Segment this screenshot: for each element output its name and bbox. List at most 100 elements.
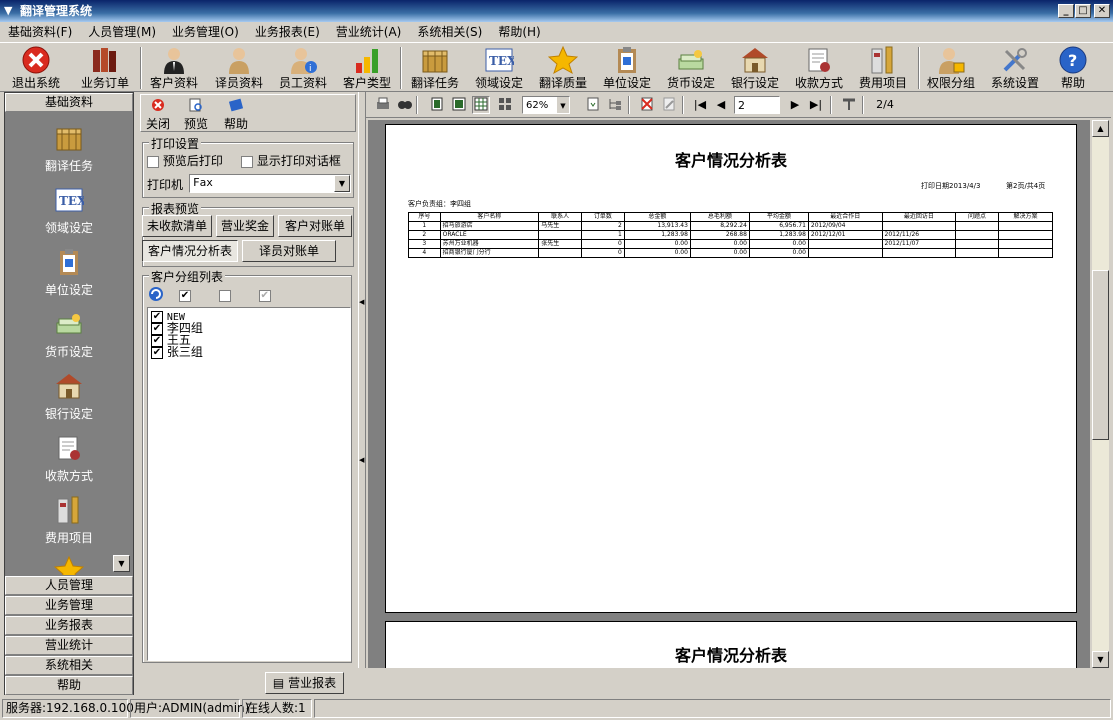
scroll-down-button[interactable]: ▼ xyxy=(113,555,130,572)
first-page-icon[interactable]: |◀ xyxy=(692,96,708,114)
show-print-dialog-option[interactable]: 显示打印对话框 xyxy=(241,152,341,169)
invert-check-icon[interactable]: ✔ xyxy=(258,289,271,302)
scroll-down-button[interactable]: ▼ xyxy=(1092,651,1109,668)
panel-splitter[interactable]: ◀ ◀ xyxy=(358,92,366,668)
nav-item-currency-settings[interactable]: 货币设定 xyxy=(5,309,133,369)
uncheck-all-icon[interactable] xyxy=(218,289,231,302)
close-button[interactable]: 关闭 xyxy=(143,98,173,132)
unpaid-list-button[interactable]: 未收款清单 xyxy=(142,215,212,237)
nav-item-payment-method[interactable]: 收款方式 xyxy=(5,433,133,493)
expense-items-button[interactable]: 费用项目 xyxy=(854,45,912,91)
payment-method-button[interactable]: 收款方式 xyxy=(790,45,848,91)
permission-group-button[interactable]: 权限分组 xyxy=(922,45,980,91)
client-statement-button[interactable]: 客户对账单 xyxy=(278,215,352,237)
export-icon[interactable] xyxy=(584,96,602,114)
print-icon[interactable] xyxy=(374,96,392,114)
table-cell: 苏州万业机器 xyxy=(439,239,540,249)
list-item[interactable]: ✔ 张三组 xyxy=(151,346,203,359)
page-width-icon[interactable] xyxy=(450,96,468,114)
client-analysis-button[interactable]: 客户情况分析表 xyxy=(142,240,238,262)
help-button-small[interactable]: 帮助 xyxy=(221,98,251,132)
translation-task-button[interactable]: 翻译任务 xyxy=(406,45,464,91)
task-tab-business-reports[interactable]: ▤ 营业报表 xyxy=(265,672,344,694)
table-row: 1 招马旅游店 马先生 2 13,913.43 8,292.24 6,956.71 2012/… xyxy=(408,221,1054,231)
menu-personnel[interactable]: 人员管理(M) xyxy=(80,22,164,42)
translation-quality-button[interactable]: 翻译质量 xyxy=(534,45,592,91)
edit-page-icon[interactable] xyxy=(660,96,678,114)
multi-page-icon[interactable] xyxy=(496,96,514,114)
task-box-icon xyxy=(54,123,84,153)
unit-settings-button[interactable]: 单位设定 xyxy=(598,45,656,91)
section-header-business-reports[interactable]: 业务报表 xyxy=(5,616,133,635)
menu-business-reports[interactable]: 业务报表(E) xyxy=(247,22,328,42)
printer-select[interactable]: Fax ▼ xyxy=(189,174,351,193)
preview-after-print-checkbox[interactable] xyxy=(147,155,159,168)
menu-system[interactable]: 系统相关(S) xyxy=(409,22,490,42)
section-header-help[interactable]: 帮助 xyxy=(5,676,133,695)
translator-statement-button[interactable]: 译员对账单 xyxy=(242,240,336,262)
table-cell: 4 xyxy=(408,248,441,258)
prev-page-icon[interactable]: ◀ xyxy=(714,96,728,114)
preview-after-print-option[interactable]: 预览后打印 xyxy=(147,152,223,169)
client-type-button[interactable]: 客户类型 xyxy=(338,45,396,91)
section-header-statistics[interactable]: 营业统计 xyxy=(5,636,133,655)
preview-icon xyxy=(189,98,202,112)
menu-business[interactable]: 业务管理(O) xyxy=(164,22,247,42)
table-cell: 招商银行厦门分行 xyxy=(439,248,540,258)
help-button[interactable]: ? 帮助 xyxy=(1050,45,1096,91)
menu-statistics[interactable]: 营业统计(A) xyxy=(328,22,410,42)
chevron-down-icon[interactable]: ▼ xyxy=(557,97,569,113)
scroll-thumb[interactable] xyxy=(1092,270,1109,440)
next-page-icon[interactable]: ▶ xyxy=(788,96,802,114)
delete-page-icon[interactable] xyxy=(638,96,656,114)
column-header: 最近回访日 xyxy=(881,212,957,222)
tree-icon[interactable] xyxy=(606,96,624,114)
design-tool-icon[interactable] xyxy=(840,96,858,114)
star-icon xyxy=(54,555,84,575)
nav-item-translation-task[interactable]: 翻译任务 xyxy=(5,123,133,183)
menu-help[interactable]: 帮助(H) xyxy=(490,22,548,42)
orders-button[interactable]: 业务订单 xyxy=(76,45,134,91)
check-all-icon[interactable]: ✔ xyxy=(179,289,191,302)
client-data-button[interactable]: 客户资料 xyxy=(145,45,203,91)
table-cell: 2012/11/07 xyxy=(881,239,957,249)
nav-item-expense-items[interactable]: 费用项目 xyxy=(5,495,133,555)
one-page-icon[interactable] xyxy=(428,96,446,114)
nav-item-unit-settings[interactable]: 单位设定 xyxy=(5,247,133,307)
viewer-scrollbar[interactable]: ▲ ▼ xyxy=(1092,120,1109,668)
employee-icon: i xyxy=(288,45,318,75)
minimize-button[interactable]: _ xyxy=(1058,4,1074,18)
domain-settings-button[interactable]: TEX 领域设定 xyxy=(470,45,528,91)
main-toolbar: 退出系统 业务订单 客户资料 译员资料 i 员工资料 客户类型 翻译任务 TEX… xyxy=(0,42,1113,92)
zoom-select[interactable]: 62% ▼ xyxy=(522,96,570,114)
system-settings-button[interactable]: 系统设置 xyxy=(986,45,1044,91)
section-header-personnel[interactable]: 人员管理 xyxy=(5,576,133,595)
zoom-fit-icon[interactable] xyxy=(472,96,490,114)
last-page-icon[interactable]: ▶| xyxy=(808,96,824,114)
exit-button[interactable]: 退出系统 xyxy=(6,45,66,91)
show-print-dialog-checkbox[interactable] xyxy=(241,155,253,168)
bank-settings-button[interactable]: 银行设定 xyxy=(726,45,784,91)
maximize-button[interactable]: □ xyxy=(1075,4,1091,18)
chevron-left-icon[interactable]: ◀ xyxy=(359,456,364,464)
find-icon[interactable] xyxy=(396,96,414,114)
preview-button[interactable]: 预览 xyxy=(181,98,211,132)
nav-item-bank-settings[interactable]: 银行设定 xyxy=(5,371,133,431)
section-header-system[interactable]: 系统相关 xyxy=(5,656,133,675)
employee-data-button[interactable]: i 员工资料 xyxy=(274,45,332,91)
close-window-button[interactable]: ✕ xyxy=(1094,4,1110,18)
translator-data-button[interactable]: 译员资料 xyxy=(210,45,268,91)
currency-settings-button[interactable]: 货币设定 xyxy=(662,45,720,91)
section-header-basic-data[interactable]: 基础资料 xyxy=(5,93,133,112)
chevron-down-icon[interactable]: ▼ xyxy=(334,175,350,192)
toolbar-separator xyxy=(416,96,418,114)
chevron-left-icon[interactable]: ◀ xyxy=(359,298,364,306)
page-number-input[interactable]: 2 xyxy=(734,96,780,114)
section-header-business[interactable]: 业务管理 xyxy=(5,596,133,615)
refresh-icon[interactable] xyxy=(147,285,165,303)
nav-item-domain-settings[interactable]: TEX 领域设定 xyxy=(5,185,133,245)
menu-basic-data[interactable]: 基础资料(F) xyxy=(0,22,80,42)
table-cell: 6,956.71 xyxy=(748,221,809,231)
scroll-up-button[interactable]: ▲ xyxy=(1092,120,1109,137)
business-bonus-button[interactable]: 营业奖金 xyxy=(216,215,274,237)
